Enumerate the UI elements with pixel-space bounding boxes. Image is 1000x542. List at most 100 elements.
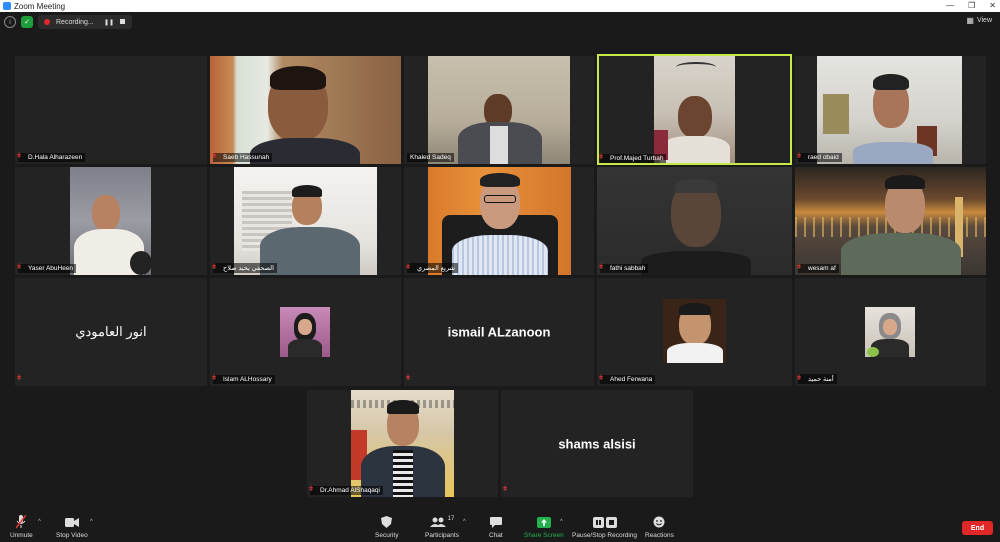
participant-name: Saeb Hassunah	[213, 153, 273, 162]
meeting-toolbar: Unmute ^ Stop Video ^ Security 17 Partic…	[0, 512, 1000, 542]
participant-tile[interactable]: ǂ D.Hala Alharazeen	[15, 56, 207, 164]
participant-tile[interactable]: ǂ أمنة حميد	[795, 278, 986, 386]
pause-stop-recording-icon	[592, 515, 617, 529]
participant-avatar	[865, 307, 915, 357]
minimize-button[interactable]: —	[946, 0, 954, 12]
stop-video-label: Stop Video	[56, 532, 88, 539]
chat-label: Chat	[489, 532, 503, 539]
meeting-info-icon[interactable]: i	[4, 16, 16, 28]
participant-video	[70, 167, 151, 275]
participant-name: Ahed Ferwana	[600, 375, 656, 384]
muted-mic-icon: ǂ	[599, 264, 604, 271]
end-meeting-button[interactable]: End	[962, 521, 993, 535]
participant-tile[interactable]: ǂ الصحفي يحيد صلاح	[210, 167, 401, 275]
participants-options-caret-icon[interactable]: ^	[463, 519, 466, 525]
participant-name: fathi sabbah	[600, 264, 649, 273]
view-button[interactable]: ▦ View	[966, 16, 992, 25]
participant-video	[428, 56, 570, 164]
participant-tile[interactable]: ǂ wesam af	[795, 167, 986, 275]
recording-indicator: Recording... ❚❚	[38, 15, 132, 29]
window-controls: — ❐ ✕	[946, 0, 996, 12]
video-options-caret-icon[interactable]: ^	[90, 519, 93, 525]
muted-mic-icon: ǂ	[212, 264, 217, 271]
security-label: Security	[375, 532, 399, 539]
muted-mic-icon: ǂ	[17, 153, 22, 160]
participants-count: 17	[447, 516, 455, 522]
participant-video	[817, 56, 962, 164]
stop-video-button[interactable]: Stop Video	[56, 515, 88, 539]
participant-tile[interactable]: ǂ Ahed Ferwana	[597, 278, 792, 386]
security-button[interactable]: Security	[375, 515, 398, 539]
participant-tile[interactable]: ǂ Islam ALHossary	[210, 278, 401, 386]
participant-tile[interactable]: shams alsisi ǂ	[501, 390, 693, 497]
recording-label: Recording...	[56, 18, 94, 26]
muted-mic-icon: ǂ	[599, 375, 604, 382]
unmute-label: Unmute	[10, 532, 33, 539]
muted-mic-icon: ǂ	[212, 153, 217, 160]
maximize-button[interactable]: ❐	[968, 0, 975, 12]
participants-label: Participants	[425, 532, 459, 539]
muted-mic-icon: ǂ	[797, 264, 802, 271]
grid-view-icon: ▦	[966, 16, 974, 25]
muted-mic-icon: ǂ	[797, 153, 802, 160]
participant-tile-active-speaker[interactable]: ǂ Prof.Majed Turbah	[597, 54, 792, 165]
participants-button[interactable]: 17 Participants	[425, 515, 459, 539]
participant-video	[234, 167, 377, 275]
meeting-topbar	[0, 12, 1000, 32]
zoom-logo-icon	[3, 2, 11, 10]
muted-mic-icon: ǂ	[212, 375, 217, 382]
recording-dot-icon	[44, 19, 50, 25]
view-label: View	[976, 17, 992, 24]
encryption-shield-icon[interactable]: ✓	[21, 16, 33, 28]
participant-name: Yaser AbuHeen	[18, 264, 77, 273]
pause-stop-recording-label: Pause/Stop Recording	[572, 532, 638, 539]
participant-tile[interactable]: ismail ALzanoon ǂ	[404, 278, 594, 386]
pause-recording-icon[interactable]: ❚❚	[104, 19, 114, 26]
chat-button[interactable]: Chat	[489, 515, 503, 539]
participant-video	[428, 167, 571, 275]
video-camera-icon	[64, 515, 79, 529]
muted-mic-icon: ǂ	[17, 375, 22, 382]
participant-tile[interactable]: Khaled Sadeq	[404, 56, 594, 164]
muted-mic-icon: ǂ	[406, 264, 411, 271]
participant-video	[351, 390, 454, 497]
share-screen-icon	[536, 515, 551, 529]
participant-name: الصحفي يحيد صلاح	[213, 263, 277, 273]
chat-bubble-icon	[489, 515, 502, 529]
unmute-button[interactable]: Unmute	[10, 515, 33, 539]
participant-tile[interactable]: ǂ Dr.Ahmad AlShaqaqi	[307, 390, 498, 497]
muted-mic-icon: ǂ	[503, 486, 508, 493]
muted-mic-icon: ǂ	[17, 264, 22, 271]
stop-recording-icon[interactable]	[120, 19, 125, 24]
participant-video	[795, 167, 986, 275]
participant-tile[interactable]: ǂ شريع المصري	[404, 167, 594, 275]
participant-tile[interactable]: ǂ Yaser AbuHeen	[15, 167, 207, 275]
participant-name: شريع المصري	[407, 263, 458, 273]
participant-name: Islam ALHossary	[213, 375, 275, 384]
pause-stop-recording-button[interactable]: Pause/Stop Recording	[572, 515, 637, 539]
participant-tile[interactable]: ǂ Saeb Hassunah	[210, 56, 401, 164]
close-button[interactable]: ✕	[989, 0, 996, 12]
reactions-label: Reactions	[645, 532, 674, 539]
muted-mic-icon: ǂ	[797, 375, 802, 382]
participant-video	[210, 56, 401, 164]
participant-avatar	[663, 299, 726, 363]
window-title: Zoom Meeting	[14, 1, 66, 11]
participant-tile[interactable]: ǂ fathi sabbah	[597, 167, 792, 275]
shield-icon	[381, 515, 393, 529]
reactions-smiley-icon	[653, 515, 665, 529]
window-titlebar: Zoom Meeting — ❐ ✕	[0, 0, 1000, 12]
reactions-button[interactable]: Reactions	[645, 515, 674, 539]
muted-mic-icon: ǂ	[406, 375, 411, 382]
share-screen-button[interactable]: Share Screen	[524, 515, 564, 539]
participant-display-name: انور العامودي	[75, 324, 147, 339]
share-options-caret-icon[interactable]: ^	[560, 519, 563, 525]
audio-options-caret-icon[interactable]: ^	[38, 519, 41, 525]
participants-icon: 17	[429, 515, 455, 529]
participant-tile[interactable]: ǂ raed obaid	[795, 56, 986, 164]
participant-name: Prof.Majed Turbah	[600, 154, 667, 163]
participant-video	[654, 56, 735, 163]
participant-name: Khaled Sadeq	[407, 153, 454, 162]
participant-tile[interactable]: انور العامودي ǂ	[15, 278, 207, 386]
participant-video	[597, 167, 792, 275]
